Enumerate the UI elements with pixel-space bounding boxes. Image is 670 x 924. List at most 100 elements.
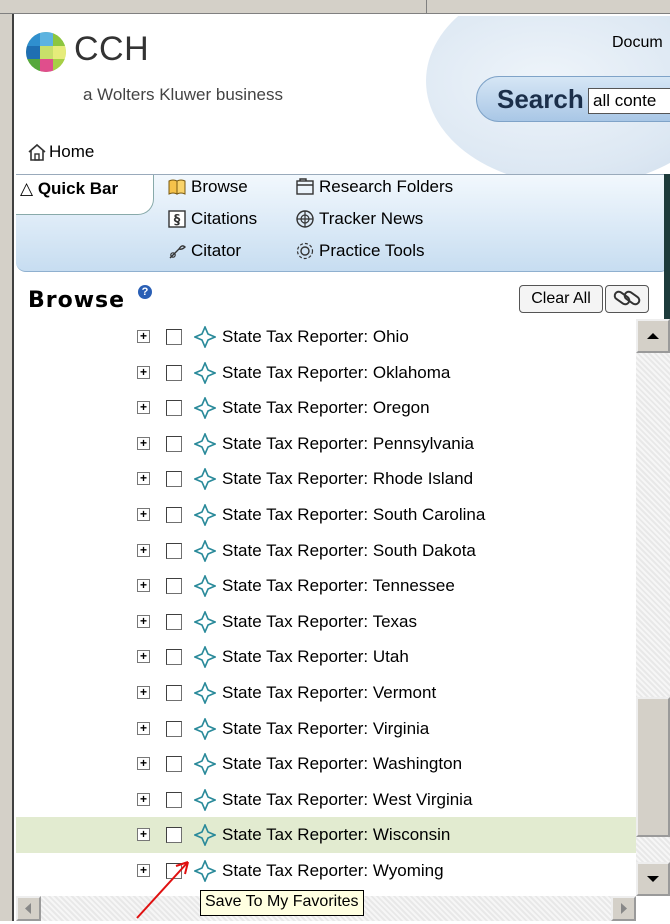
- expand-icon[interactable]: +: [137, 792, 150, 806]
- row-checkbox[interactable]: [166, 578, 182, 595]
- tree-row[interactable]: + State Tax Reporter: West Virginia: [16, 782, 636, 818]
- help-icon[interactable]: ?: [138, 285, 152, 299]
- row-checkbox[interactable]: [166, 507, 182, 523]
- quickbar-citations[interactable]: § Citations: [167, 209, 257, 229]
- tree-row[interactable]: + State Tax Reporter: Utah: [16, 639, 636, 675]
- favorite-star-icon[interactable]: [194, 575, 216, 598]
- expand-icon[interactable]: +: [137, 686, 150, 699]
- favorite-star-icon[interactable]: [194, 824, 216, 847]
- scroll-down-button[interactable]: [636, 862, 670, 896]
- row-checkbox[interactable]: [166, 400, 182, 417]
- tree-row-label[interactable]: State Tax Reporter: Pennsylvania: [222, 434, 474, 454]
- vertical-scrollbar[interactable]: [636, 319, 670, 896]
- tree-row-label[interactable]: State Tax Reporter: Virginia: [222, 719, 429, 739]
- expand-icon[interactable]: +: [137, 614, 150, 628]
- tree-row[interactable]: + State Tax Reporter: Tennessee: [16, 568, 636, 604]
- link-button[interactable]: [605, 285, 649, 313]
- tree-row-label[interactable]: State Tax Reporter: Wyoming: [222, 861, 444, 881]
- tree-row[interactable]: + State Tax Reporter: Ohio: [16, 319, 636, 355]
- tree-row-label[interactable]: State Tax Reporter: Oregon: [222, 398, 430, 418]
- expand-icon[interactable]: +: [137, 721, 150, 735]
- row-checkbox[interactable]: [166, 791, 182, 808]
- scroll-up-button[interactable]: [636, 319, 670, 353]
- tree-row-label[interactable]: State Tax Reporter: South Dakota: [222, 541, 476, 561]
- tree-row-label[interactable]: State Tax Reporter: Texas: [222, 612, 417, 632]
- favorite-star-icon[interactable]: [194, 860, 216, 882]
- tree-row[interactable]: + State Tax Reporter: Pennsylvania: [16, 426, 636, 462]
- tree-row[interactable]: + State Tax Reporter: Rhode Island: [16, 461, 636, 497]
- expand-icon[interactable]: +: [137, 365, 150, 379]
- favorite-star-icon[interactable]: [194, 432, 216, 455]
- row-checkbox[interactable]: [166, 863, 182, 879]
- row-checkbox[interactable]: [166, 827, 182, 844]
- favorite-star-icon[interactable]: [194, 539, 216, 562]
- documents-link[interactable]: Docum: [612, 34, 663, 52]
- row-checkbox[interactable]: [166, 471, 182, 488]
- favorite-star-icon[interactable]: [194, 397, 216, 420]
- expand-icon[interactable]: +: [137, 579, 150, 593]
- tree-row[interactable]: + State Tax Reporter: Vermont: [16, 675, 636, 711]
- tree-row-label[interactable]: State Tax Reporter: Vermont: [222, 683, 436, 703]
- tree-row[interactable]: + State Tax Reporter: Washington: [16, 746, 636, 782]
- expand-icon[interactable]: +: [137, 436, 150, 450]
- tree-row-label[interactable]: State Tax Reporter: Utah: [222, 647, 409, 667]
- favorite-star-icon[interactable]: [194, 788, 216, 811]
- tree-row-label[interactable]: State Tax Reporter: Wisconsin: [222, 825, 450, 845]
- favorite-star-icon[interactable]: [194, 361, 216, 384]
- row-checkbox[interactable]: [166, 435, 182, 452]
- home-link[interactable]: Home: [27, 142, 94, 162]
- expand-icon[interactable]: +: [137, 864, 150, 877]
- row-checkbox[interactable]: [166, 756, 182, 773]
- search-scope-select[interactable]: [588, 88, 670, 114]
- expand-icon[interactable]: +: [137, 543, 150, 557]
- clear-all-button[interactable]: Clear All: [519, 285, 603, 313]
- favorite-star-icon[interactable]: [194, 753, 216, 776]
- tree-row[interactable]: + State Tax Reporter: South Carolina: [16, 497, 636, 533]
- quickbar-citator[interactable]: Citator: [167, 241, 241, 261]
- quickbar-tracker-news[interactable]: Tracker News: [295, 209, 423, 229]
- tree-row-label[interactable]: State Tax Reporter: Tennessee: [222, 576, 455, 596]
- expand-icon[interactable]: +: [137, 508, 150, 521]
- tree-row[interactable]: + State Tax Reporter: Virginia: [16, 711, 636, 747]
- scroll-thumb[interactable]: [636, 697, 670, 837]
- tree-row-label[interactable]: State Tax Reporter: Oklahoma: [222, 363, 450, 383]
- tree-row-label[interactable]: State Tax Reporter: South Carolina: [222, 505, 485, 525]
- favorite-star-icon[interactable]: [194, 326, 216, 348]
- expand-icon[interactable]: +: [137, 757, 150, 771]
- favorite-star-icon[interactable]: [194, 610, 216, 633]
- quickbar-research-folders[interactable]: Research Folders: [295, 177, 453, 197]
- tree-row-label[interactable]: State Tax Reporter: Washington: [222, 754, 462, 774]
- quickbar-practice-tools[interactable]: Practice Tools: [295, 241, 425, 261]
- expand-icon[interactable]: +: [137, 650, 150, 664]
- tree-row[interactable]: + State Tax Reporter: Wisconsin: [16, 817, 636, 854]
- row-checkbox[interactable]: [166, 720, 182, 737]
- scroll-left-button[interactable]: [16, 896, 41, 921]
- quick-bar-tab[interactable]: △ Quick Bar: [16, 175, 154, 215]
- tree-row[interactable]: + State Tax Reporter: Oklahoma: [16, 355, 636, 391]
- tree-row-label[interactable]: State Tax Reporter: West Virginia: [222, 790, 472, 810]
- row-checkbox[interactable]: [166, 613, 182, 630]
- expand-icon[interactable]: +: [137, 330, 150, 343]
- favorites-tooltip: Save To My Favorites: [200, 890, 364, 916]
- tree-row[interactable]: + State Tax Reporter: Texas: [16, 604, 636, 640]
- row-checkbox[interactable]: [166, 542, 182, 559]
- scroll-right-button[interactable]: [611, 896, 636, 921]
- tree-row[interactable]: + State Tax Reporter: South Dakota: [16, 533, 636, 569]
- row-checkbox[interactable]: [166, 329, 182, 345]
- expand-icon[interactable]: +: [137, 828, 150, 842]
- favorite-star-icon[interactable]: [194, 468, 216, 491]
- tree-row-label[interactable]: State Tax Reporter: Ohio: [222, 327, 409, 347]
- quickbar-browse[interactable]: Browse: [167, 177, 248, 197]
- row-checkbox[interactable]: [166, 364, 182, 381]
- tree-row[interactable]: + State Tax Reporter: Oregon: [16, 390, 636, 426]
- expand-icon[interactable]: +: [137, 401, 150, 415]
- tree-row[interactable]: + State Tax Reporter: Wyoming: [16, 853, 636, 889]
- expand-icon[interactable]: +: [137, 472, 150, 486]
- tree-row-label[interactable]: State Tax Reporter: Rhode Island: [222, 469, 473, 489]
- favorite-star-icon[interactable]: [194, 646, 216, 669]
- favorite-star-icon[interactable]: [194, 504, 216, 526]
- favorite-star-icon[interactable]: [194, 717, 216, 740]
- row-checkbox[interactable]: [166, 685, 182, 701]
- row-checkbox[interactable]: [166, 649, 182, 666]
- favorite-star-icon[interactable]: [194, 682, 216, 704]
